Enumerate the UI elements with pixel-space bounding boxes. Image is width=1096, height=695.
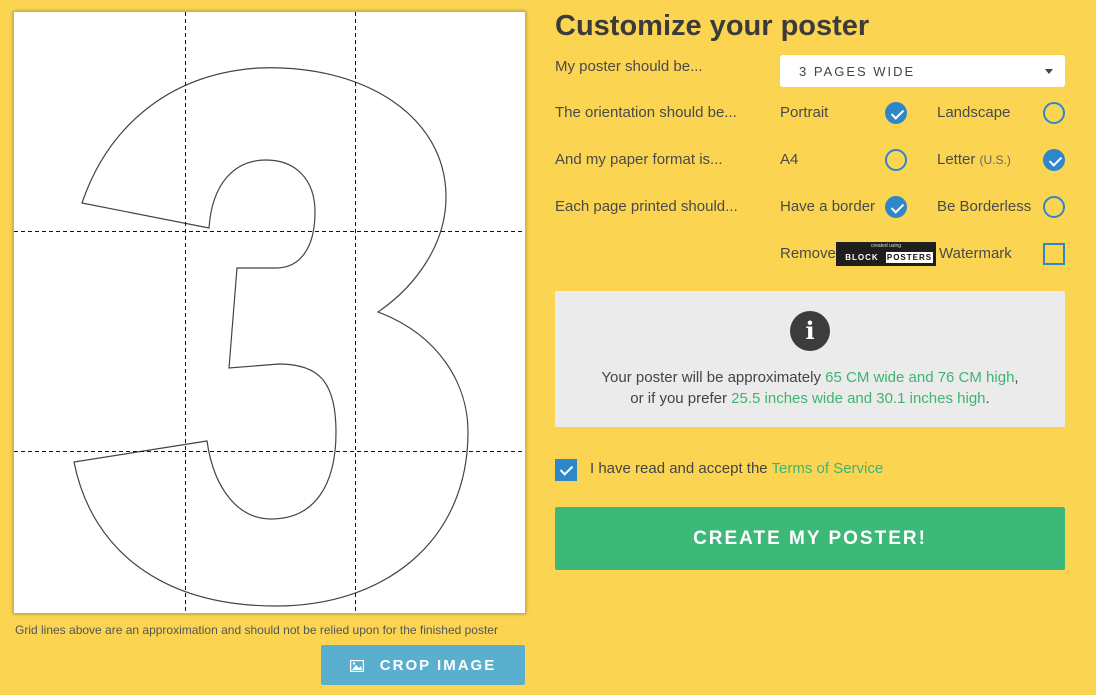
remove-watermark-checkbox[interactable] bbox=[1043, 243, 1065, 265]
grid-lines bbox=[14, 12, 525, 613]
size-label: My poster should be... bbox=[555, 58, 703, 75]
create-poster-button[interactable]: CREATE MY POSTER! bbox=[555, 507, 1065, 570]
info-icon: i bbox=[790, 311, 830, 351]
border-label: Each page printed should... bbox=[555, 198, 738, 215]
watermark-label: Watermark bbox=[939, 245, 1012, 262]
terms-of-service-link[interactable]: Terms of Service bbox=[772, 460, 884, 477]
letter-us-note: (U.S.) bbox=[979, 153, 1011, 167]
digit-three-outline bbox=[73, 67, 469, 607]
terms-text: I have read and accept the Terms of Serv… bbox=[590, 460, 883, 477]
letter-radio[interactable] bbox=[1043, 149, 1065, 171]
a4-label[interactable]: A4 bbox=[780, 151, 798, 168]
info-line1-prefix: Your poster will be approximately bbox=[601, 369, 826, 386]
orientation-label: The orientation should be... bbox=[555, 104, 737, 121]
blockposters-logo: created using BLOCK POSTERS bbox=[836, 242, 936, 266]
borderless-label[interactable]: Be Borderless bbox=[937, 198, 1031, 215]
grid-disclaimer: Grid lines above are an approximation an… bbox=[15, 623, 498, 637]
portrait-radio[interactable] bbox=[885, 102, 907, 124]
logo-word-posters: POSTERS bbox=[886, 252, 933, 263]
logo-word-block: BLOCK bbox=[839, 252, 885, 263]
size-inches-value: 25.5 inches wide and 30.1 inches high bbox=[731, 390, 986, 407]
letter-label-wrap[interactable]: Letter (U.S.) bbox=[937, 151, 1011, 168]
a4-radio[interactable] bbox=[885, 149, 907, 171]
page-title: Customize your poster bbox=[555, 10, 870, 42]
poster-image bbox=[14, 12, 525, 613]
remove-label: Remove bbox=[780, 245, 836, 262]
crop-image-button[interactable]: CROP IMAGE bbox=[321, 645, 525, 685]
landscape-radio[interactable] bbox=[1043, 102, 1065, 124]
size-info-text: Your poster will be approximately 65 CM … bbox=[555, 367, 1065, 409]
poster-size-select[interactable]: 3 PAGES WIDE bbox=[780, 55, 1065, 87]
info-line1-suffix: , bbox=[1014, 369, 1019, 386]
size-info-box: i Your poster will be approximately 65 C… bbox=[555, 291, 1065, 427]
portrait-label[interactable]: Portrait bbox=[780, 104, 828, 121]
image-icon bbox=[349, 659, 364, 673]
poster-size-value: 3 PAGES WIDE bbox=[799, 63, 916, 79]
letter-label: Letter bbox=[937, 151, 976, 168]
poster-preview[interactable] bbox=[13, 11, 526, 614]
info-line2-prefix: or if you prefer bbox=[630, 390, 732, 407]
crop-image-label: CROP IMAGE bbox=[379, 656, 497, 674]
have-border-label[interactable]: Have a border bbox=[780, 198, 875, 215]
terms-checkbox[interactable] bbox=[555, 459, 577, 481]
logo-created-using: created using bbox=[870, 243, 902, 249]
landscape-label[interactable]: Landscape bbox=[937, 104, 1010, 121]
borderless-radio[interactable] bbox=[1043, 196, 1065, 218]
chevron-down-icon bbox=[1045, 69, 1053, 74]
size-cm-value: 65 CM wide and 76 CM high bbox=[825, 369, 1015, 386]
paper-format-label: And my paper format is... bbox=[555, 151, 723, 168]
info-line2-suffix: . bbox=[985, 390, 990, 407]
terms-label: I have read and accept the bbox=[590, 460, 772, 477]
have-border-radio[interactable] bbox=[885, 196, 907, 218]
